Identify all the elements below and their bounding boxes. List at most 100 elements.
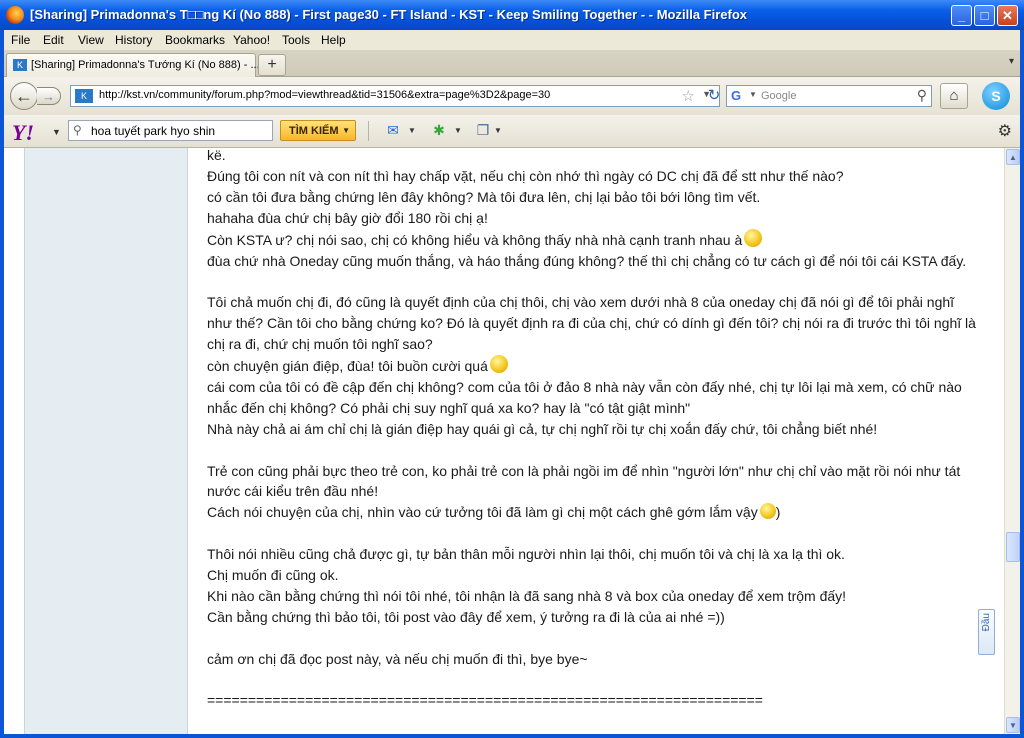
post-line: kë. — [207, 145, 977, 166]
menu-bookmarks[interactable]: Bookmarks — [165, 33, 225, 47]
google-engine-icon[interactable]: G — [731, 88, 747, 104]
post-text: cảm ơn chị đã đọc post này, và nếu chị m… — [207, 650, 588, 667]
site-identity-icon[interactable]: K — [75, 89, 93, 103]
post-line: cái com của tôi có đề cập đến chị không?… — [207, 377, 977, 398]
post-line: Trẻ con cũng phải bực theo trẻ con, ko p… — [207, 461, 977, 482]
post-text: Đúng tôi con nít và con nít thì hay chấp… — [207, 167, 844, 184]
menu-tools[interactable]: Tools — [282, 33, 310, 47]
url-bar[interactable]: K http://kst.vn/community/forum.php?mod=… — [70, 85, 720, 107]
post-text: cái com của tôi có đề cập đến chị không?… — [207, 378, 962, 395]
yahoo-search-button[interactable]: TÌM KIẾM ▼ — [280, 120, 356, 141]
menu-view[interactable]: View — [78, 33, 104, 47]
post-line: như thế? Cần tôi cho bằng chứng ko? Đó l… — [207, 313, 977, 334]
menu-file[interactable]: File — [11, 33, 30, 47]
bookmarks-dropdown-icon[interactable]: ▼ — [494, 126, 502, 135]
back-button[interactable]: ← — [10, 82, 38, 110]
post-text: Cần bằng chứng thì bảo tôi, tôi post vào… — [207, 608, 725, 625]
bookmarks-icon[interactable]: ❐ — [472, 121, 494, 139]
post-text: Nhà này chả ai ám chỉ chị là gián điệp h… — [207, 420, 878, 437]
yahoo-search-value: hoa tuyết park hyo shin — [91, 124, 216, 138]
post-line: Cách nói chuyện của chị, nhìn vào cứ tưở… — [207, 502, 977, 523]
engine-dropdown-icon[interactable]: ▼ — [749, 90, 757, 99]
yahoo-logo[interactable]: Y! — [12, 120, 34, 146]
clapping-emoticon-icon — [744, 228, 763, 247]
post-text: ========================================… — [207, 692, 763, 709]
post-text: Cách nói chuyện của chị, nhìn vào cứ tưở… — [207, 504, 758, 521]
post-line — [207, 628, 977, 649]
mail-icon[interactable]: ✉ — [382, 121, 404, 139]
post-line — [207, 523, 977, 544]
yahoo-menu-dropdown-icon[interactable]: ▼ — [52, 127, 61, 137]
post-line: Đúng tôi con nít và con nít thì hay chấp… — [207, 166, 977, 187]
post-line — [207, 440, 977, 461]
scroll-to-top-button[interactable]: Đầu — [978, 609, 995, 655]
new-tab-button[interactable]: + — [258, 54, 286, 76]
laughing-emoticon-icon — [489, 355, 508, 374]
post-line: Tôi chả muốn chị đi, đó cũng là quyết đị… — [207, 292, 977, 313]
post-text: chị ra đi, chứ chị muốn tôi nghĩ sao? — [207, 336, 433, 353]
search-placeholder: Google — [761, 90, 797, 102]
bookmark-star-icon[interactable]: ☆ — [682, 87, 695, 105]
post-text: có cần tôi đưa bằng chứng lên đây không?… — [207, 188, 761, 205]
post-line: đùa chứ nhà Oneday cũng muốn thắng, và h… — [207, 251, 977, 272]
browser-frame: File Edit View History Bookmarks Yahoo! … — [4, 30, 1020, 734]
toolbar-divider — [368, 121, 369, 141]
post-line: hahaha đùa chứ chị bây giờ đổi 180 rồi c… — [207, 208, 977, 229]
minimize-button[interactable]: _ — [951, 5, 972, 26]
menu-help[interactable]: Help — [321, 33, 346, 47]
post-text: hahaha đùa chứ chị bây giờ đổi 180 rồi c… — [207, 209, 488, 226]
reload-icon[interactable]: ↻ — [704, 85, 724, 107]
yahoo-search-button-label: TÌM KIẾM — [289, 125, 339, 137]
navigation-bar: ← → K http://kst.vn/community/forum.php?… — [4, 77, 1020, 115]
title-bar[interactable]: [Sharing] Primadonna's T□□ng Kí (No 888)… — [0, 0, 1024, 30]
gear-icon[interactable]: ⚙ — [998, 121, 1012, 141]
menu-yahoo[interactable]: Yahoo! — [233, 33, 270, 47]
games-icon[interactable]: ✱ — [428, 121, 450, 139]
scroll-down-icon[interactable]: ▼ — [1006, 717, 1020, 733]
maximize-button[interactable]: □ — [974, 5, 995, 26]
post-line: cảm ơn chị đã đọc post này, và nếu chị m… — [207, 649, 977, 670]
skype-icon[interactable]: S — [982, 82, 1010, 110]
post-line: còn chuyện gián điệp, đùa! tôi buồn cười… — [207, 355, 977, 377]
list-all-tabs-icon[interactable]: ▾ — [1009, 56, 1014, 67]
post-line: Chị muốn đi cũng ok. — [207, 565, 977, 586]
forward-button[interactable]: → — [37, 87, 61, 105]
games-dropdown-icon[interactable]: ▼ — [454, 126, 462, 135]
post-text: còn chuyện gián điệp, đùa! tôi buồn cười… — [207, 358, 488, 375]
post-line: Còn KSTA ư? chị nói sao, chị có không hi… — [207, 228, 977, 251]
url-text: http://kst.vn/community/forum.php?mod=vi… — [99, 89, 551, 101]
post-text: nhắc đến chị không? Có phải chị suy nghĩ… — [207, 399, 691, 416]
scroll-up-icon[interactable]: ▲ — [1006, 149, 1020, 165]
menu-edit[interactable]: Edit — [43, 33, 64, 47]
post-line: Nhà này chả ai ám chỉ chị là gián điệp h… — [207, 419, 977, 440]
post-line: có cần tôi đưa bằng chứng lên đây không?… — [207, 187, 977, 208]
post-text-suffix: ) — [775, 504, 781, 521]
back-forward-group: ← → — [10, 82, 66, 110]
home-button[interactable]: ⌂ — [940, 83, 968, 109]
post-line: Cần bằng chứng thì bảo tôi, tôi post vào… — [207, 607, 977, 628]
search-icon[interactable]: ⚲ — [917, 87, 927, 104]
post-line: Khi nào cần bằng chứng thì nói tôi nhé, … — [207, 586, 977, 607]
scrollbar-thumb[interactable] — [1006, 532, 1020, 562]
post-author-sidebar — [24, 148, 188, 734]
chevron-down-icon: ▼ — [342, 126, 350, 135]
vertical-scrollbar[interactable]: ▲ ▼ — [1004, 148, 1020, 734]
page-content: kë. Đúng tôi con nít và con nít thì hay c… — [4, 145, 1004, 734]
post-text: đùa chứ nhà Oneday cũng muốn thắng, và h… — [207, 252, 967, 269]
search-box[interactable]: G ▼ Google ⚲ — [726, 85, 932, 107]
post-line — [207, 271, 977, 292]
yahoo-search-input[interactable]: ⚲ hoa tuyết park hyo shin — [68, 120, 273, 141]
post-text: như thế? Cần tôi cho bằng chứng ko? Đó l… — [207, 315, 976, 332]
post-text: Chị muốn đi cũng ok. — [207, 567, 339, 584]
post-line: chị ra đi, chứ chị muốn tôi nghĩ sao? — [207, 334, 977, 355]
post-text: nước cái kiểu trên đầu nhé! — [207, 483, 379, 500]
mail-dropdown-icon[interactable]: ▼ — [408, 126, 416, 135]
close-button[interactable]: ✕ — [997, 5, 1018, 26]
menu-history[interactable]: History — [115, 33, 152, 47]
post-line: Thôi nói nhiều cũng chả được gì, tự bản … — [207, 544, 977, 565]
post-text: Trẻ con cũng phải bực theo trẻ con, ko p… — [207, 462, 961, 479]
post-body: kë. Đúng tôi con nít và con nít thì hay c… — [207, 145, 977, 711]
scroll-to-top-label: Đầu — [980, 613, 992, 632]
post-line: ========================================… — [207, 690, 977, 711]
tab-active[interactable]: K [Sharing] Primadonna's Tướng Kí (No 88… — [6, 53, 260, 77]
